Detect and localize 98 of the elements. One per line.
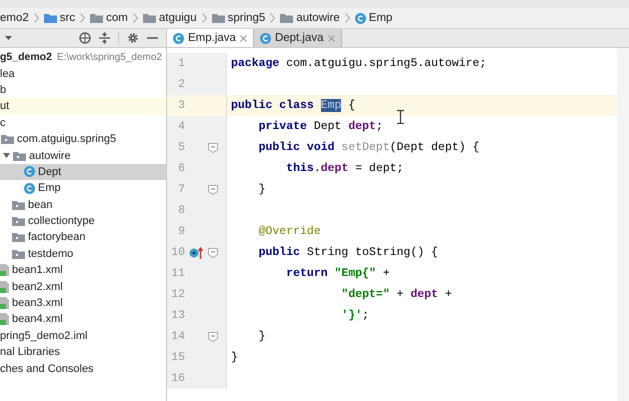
class-icon bbox=[24, 182, 35, 194]
code-line: } bbox=[258, 183, 266, 196]
code-line: return "Emp{" + bbox=[285, 267, 390, 280]
xml-file-icon bbox=[0, 280, 9, 293]
tree-item[interactable]: com.atguigu.spring5 bbox=[17, 133, 116, 146]
line-number: 13 bbox=[170, 309, 185, 322]
line-number: 10 bbox=[170, 246, 185, 259]
fold-icon[interactable] bbox=[208, 332, 218, 342]
breadcrumb-item[interactable]: Emp bbox=[354, 12, 392, 24]
chevron-icon bbox=[132, 13, 138, 23]
folder-icon bbox=[280, 13, 294, 23]
class-icon bbox=[173, 32, 184, 44]
line-number: 7 bbox=[177, 183, 185, 196]
settings-icon[interactable] bbox=[127, 32, 139, 44]
tree-item[interactable]: bean1.xml bbox=[12, 264, 63, 276]
tree-item[interactable]: nal Libraries bbox=[0, 346, 60, 358]
code-line: '}'; bbox=[340, 309, 370, 322]
code-line: } bbox=[231, 351, 238, 364]
line-number: 2 bbox=[177, 78, 185, 91]
xml-file-icon bbox=[0, 313, 9, 326]
class-icon bbox=[260, 32, 271, 44]
folder-icon bbox=[12, 200, 25, 210]
line-number: 11 bbox=[170, 267, 185, 280]
folder-icon bbox=[12, 232, 25, 242]
editor-tab[interactable]: Dept.java bbox=[254, 29, 342, 47]
line-number: 9 bbox=[177, 225, 185, 238]
line-number: 16 bbox=[170, 372, 185, 385]
editor-tab[interactable]: Emp.java bbox=[167, 29, 254, 47]
folder-icon bbox=[212, 13, 225, 23]
folder-icon bbox=[142, 13, 156, 23]
folder-icon bbox=[44, 13, 57, 23]
class-icon bbox=[24, 166, 35, 178]
project-path: E:\work\spring5_demo2 bbox=[56, 52, 162, 63]
line-number: 8 bbox=[177, 204, 185, 217]
close-icon[interactable] bbox=[240, 34, 247, 42]
tree-item[interactable]: factorybean bbox=[28, 231, 86, 244]
tree-item[interactable]: bean2.xml bbox=[12, 280, 63, 293]
code-line: "dept=" + dept + bbox=[340, 288, 452, 301]
tree-item[interactable]: b bbox=[0, 84, 6, 96]
fold-icon[interactable] bbox=[208, 184, 218, 194]
code-line: } bbox=[258, 330, 266, 343]
close-icon[interactable] bbox=[328, 34, 335, 42]
tree-item[interactable]: testdemo bbox=[28, 248, 74, 260]
fold-icon[interactable] bbox=[208, 142, 218, 152]
folder-icon bbox=[90, 13, 104, 23]
folder-icon bbox=[12, 216, 25, 226]
xml-file-icon bbox=[0, 264, 9, 276]
code-line: public String toString() { bbox=[258, 246, 438, 259]
code-line: public void setDept(Dept dept) { bbox=[258, 141, 480, 154]
breadcrumb-item[interactable]: emo2 bbox=[0, 12, 29, 24]
breadcrumb-item[interactable]: autowire bbox=[280, 12, 340, 24]
tree-item[interactable]: ches and Consoles bbox=[0, 362, 94, 375]
code-line: this.dept = dept; bbox=[285, 162, 404, 175]
override-icon[interactable] bbox=[189, 246, 203, 258]
tree-item[interactable]: Emp bbox=[38, 182, 61, 194]
tree-item[interactable]: lea bbox=[0, 68, 15, 80]
xml-file-icon bbox=[0, 297, 9, 310]
chevron-icon bbox=[34, 13, 39, 23]
expand-arrow-icon[interactable] bbox=[3, 153, 10, 158]
breadcrumb-item[interactable]: spring5 bbox=[212, 12, 266, 24]
breadcrumb-item[interactable]: com bbox=[90, 12, 128, 24]
collapse-icon[interactable] bbox=[99, 32, 110, 44]
tree-item[interactable]: g5_demo2 bbox=[0, 51, 52, 64]
chevron-icon bbox=[80, 13, 86, 23]
fold-icon[interactable] bbox=[208, 248, 218, 258]
class-icon bbox=[354, 12, 366, 24]
code-line: private Dept dept; bbox=[258, 120, 383, 133]
code-line: public class Emp { bbox=[231, 99, 356, 112]
breadcrumb-item[interactable]: src bbox=[44, 12, 76, 24]
minimize-icon[interactable] bbox=[147, 37, 158, 39]
chevron-icon bbox=[202, 13, 207, 23]
chevron-icon bbox=[344, 13, 350, 23]
tree-item[interactable]: bean bbox=[28, 198, 52, 211]
target-icon[interactable] bbox=[79, 32, 91, 44]
line-number: 15 bbox=[170, 351, 185, 364]
chevron-icon bbox=[270, 13, 276, 23]
folder-icon bbox=[12, 248, 25, 259]
tree-item[interactable]: autowire bbox=[29, 150, 71, 162]
tree-item[interactable]: Dept bbox=[38, 166, 62, 178]
tree-item[interactable]: pring5_demo2.iml bbox=[0, 330, 88, 342]
line-number: 5 bbox=[177, 141, 185, 154]
tree-item[interactable]: ut bbox=[0, 100, 10, 112]
line-number: 6 bbox=[177, 162, 185, 175]
breadcrumb-item[interactable]: atguigu bbox=[142, 12, 197, 24]
dropdown-caret-icon[interactable] bbox=[5, 36, 12, 40]
tree-item[interactable]: bean3.xml bbox=[12, 297, 63, 310]
text-cursor-icon bbox=[397, 110, 404, 124]
line-number: 4 bbox=[177, 120, 185, 133]
folder-icon bbox=[13, 150, 26, 161]
line-number: 14 bbox=[170, 330, 185, 343]
code-line: package com.atguigu.spring5.autowire; bbox=[231, 57, 486, 70]
tree-item[interactable]: c bbox=[0, 116, 6, 129]
line-number: 1 bbox=[177, 57, 185, 70]
line-number: 12 bbox=[170, 288, 185, 301]
tree-item[interactable]: collectiontype bbox=[28, 215, 95, 228]
line-number: 3 bbox=[177, 99, 185, 112]
code-line: @Override bbox=[258, 225, 321, 238]
tree-item[interactable]: bean4.xml bbox=[12, 313, 63, 326]
